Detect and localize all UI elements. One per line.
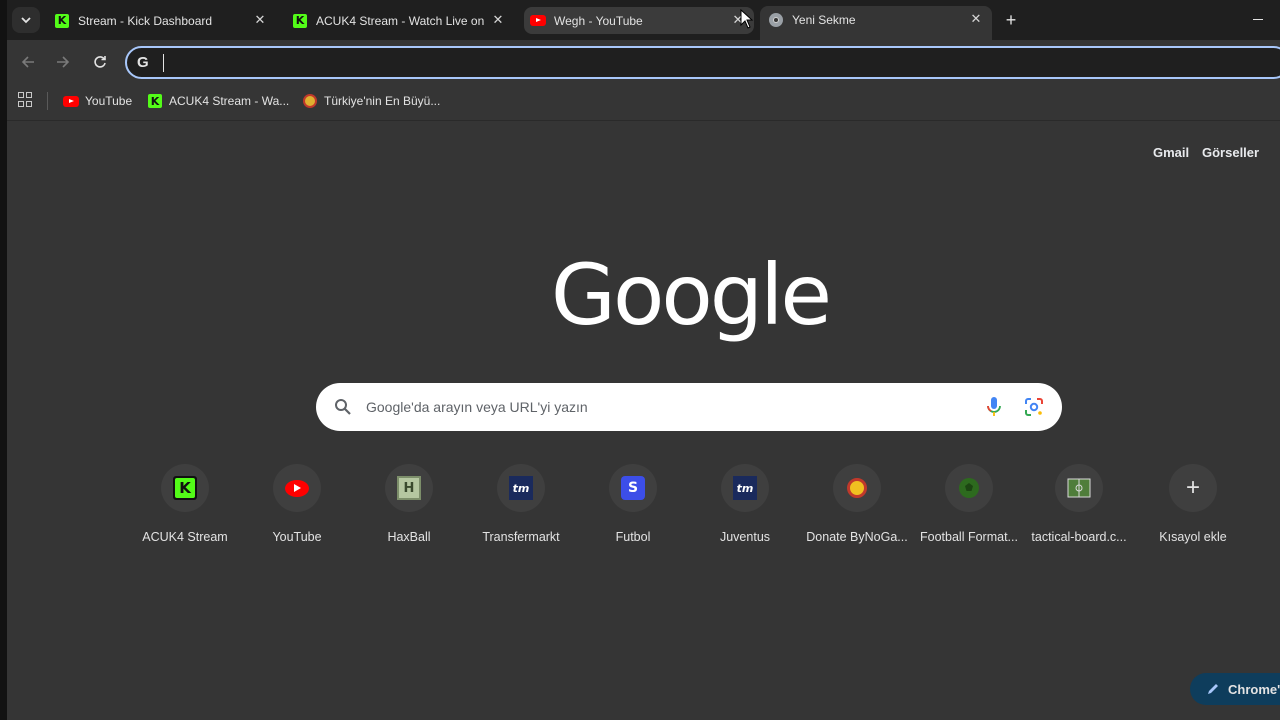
arrow-left-icon (21, 56, 34, 68)
shortcut-juventus[interactable]: tm Juventus (693, 464, 805, 560)
youtube-icon (530, 13, 546, 29)
shortcut-label: Transfermarkt (482, 530, 560, 544)
google-g-icon: G (137, 54, 149, 71)
bookmarks-bar: YouTube K ACUK4 Stream - Wa... Türkiye'n… (0, 84, 1280, 121)
donate-icon (847, 478, 867, 498)
forward-button[interactable] (53, 52, 73, 72)
youtube-icon (63, 93, 79, 109)
tab-acuk4-stream[interactable]: K ACUK4 Stream - Watch Live on ✕ (286, 7, 514, 34)
bookmark-label: YouTube (85, 94, 133, 108)
tab-wegh-youtube[interactable]: Wegh - YouTube ✕ (524, 7, 754, 34)
shortcut-label: Kısayol ekle (1159, 530, 1227, 544)
chevron-down-icon (21, 17, 31, 24)
arrow-right-icon (57, 56, 70, 68)
shortcut-futbol[interactable]: S Futbol (581, 464, 693, 560)
shortcut-label: YouTube (272, 530, 322, 544)
search-icon (335, 399, 351, 415)
bookmark-separator (47, 92, 48, 110)
shortcut-tile (1055, 464, 1103, 512)
tab-kick-dashboard[interactable]: K Stream - Kick Dashboard ✕ (48, 7, 276, 34)
plus-icon: + (1185, 474, 1200, 501)
shortcut-youtube[interactable]: YouTube (245, 464, 357, 560)
close-icon[interactable]: ✕ (252, 12, 268, 28)
kick-icon: K (173, 476, 197, 500)
search-placeholder: Google'da arayın veya URL'yi yazın (366, 399, 588, 415)
shortcut-tile: tm (497, 464, 545, 512)
gmail-link[interactable]: Gmail (1153, 145, 1189, 160)
bookmark-acuk4-stream[interactable]: K ACUK4 Stream - Wa... (147, 90, 289, 112)
shortcut-tile: tm (721, 464, 769, 512)
tactical-board-icon (1067, 478, 1091, 498)
tab-title: Yeni Sekme (792, 13, 856, 27)
add-shortcut-button[interactable]: + Kısayol ekle (1141, 464, 1253, 560)
minimize-icon (1253, 18, 1263, 20)
bookmark-label: Türkiye'nin En Büyü... (324, 94, 441, 108)
tab-title: Wegh - YouTube (554, 13, 643, 28)
shortcut-label: Futbol (615, 530, 651, 544)
bookmark-turkiye[interactable]: Türkiye'nin En Büyü... (302, 90, 440, 112)
back-button[interactable] (18, 52, 38, 72)
kick-icon: K (292, 13, 308, 29)
shortcut-acuk4-stream[interactable]: K ACUK4 Stream (133, 464, 245, 560)
reload-icon (94, 56, 106, 68)
shortcut-label: HaxBall (387, 530, 431, 544)
google-logo: Google (550, 246, 832, 344)
kick-icon: K (147, 93, 163, 109)
kick-icon: K (54, 13, 70, 29)
google-lens-icon[interactable] (1024, 397, 1044, 417)
microphone-icon[interactable] (986, 396, 1002, 418)
new-tab-button[interactable]: + (1000, 9, 1022, 31)
shortcut-tile: H (385, 464, 433, 512)
youtube-icon (285, 479, 309, 497)
address-bar[interactable]: G (125, 46, 1280, 79)
tab-title: ACUK4 Stream - Watch Live on (316, 13, 485, 28)
close-icon[interactable]: ✕ (968, 11, 984, 27)
customize-chrome-button[interactable]: Chrome'u (1190, 673, 1280, 705)
bookmark-youtube[interactable]: YouTube (63, 90, 132, 112)
chrome-icon (768, 12, 784, 28)
close-icon[interactable]: ✕ (490, 12, 506, 28)
tab-strip: K Stream - Kick Dashboard ✕ K ACUK4 Stre… (0, 0, 1280, 40)
shortcut-label: ACUK4 Stream (142, 530, 228, 544)
window-left-edge (0, 0, 7, 720)
tab-title: Stream - Kick Dashboard (78, 13, 213, 28)
shortcut-football-format[interactable]: Football Format... (917, 464, 1029, 560)
mouse-cursor-icon (740, 9, 754, 29)
text-caret (163, 54, 164, 72)
shortcut-transfermarkt[interactable]: tm Transfermarkt (469, 464, 581, 560)
shortcut-donate[interactable]: Donate ByNoGa... (805, 464, 917, 560)
shortcut-tile: K (161, 464, 209, 512)
transfermarkt-icon: tm (733, 476, 757, 500)
images-link[interactable]: Görseller (1202, 145, 1259, 160)
bookmark-label: ACUK4 Stream - Wa... (169, 94, 290, 108)
shortcut-tile (945, 464, 993, 512)
apps-grid-icon[interactable] (18, 92, 34, 108)
site-icon (302, 93, 318, 109)
shortcut-label: Juventus (719, 530, 771, 544)
transfermarkt-icon: tm (509, 476, 533, 500)
shortcut-label: Donate ByNoGa... (806, 530, 908, 544)
customize-label: Chrome'u (1228, 681, 1280, 697)
minimize-button[interactable] (1248, 9, 1268, 29)
shortcut-tile (833, 464, 881, 512)
shortcut-tile: + (1169, 464, 1217, 512)
reload-button[interactable] (90, 52, 110, 72)
shortcut-tactical-board[interactable]: tactical-board.c... (1027, 464, 1139, 560)
tab-search-button[interactable] (12, 7, 40, 33)
search-box[interactable]: Google'da arayın veya URL'yi yazın (316, 383, 1062, 431)
haxball-icon: H (397, 476, 421, 500)
shortcut-haxball[interactable]: H HaxBall (357, 464, 469, 560)
tab-new-tab[interactable]: Yeni Sekme ✕ (760, 6, 992, 40)
pencil-icon (1208, 684, 1218, 694)
shortcut-label: Football Format... (920, 530, 1018, 544)
futbol-icon: S (621, 476, 645, 500)
shortcut-tile (273, 464, 321, 512)
shortcut-tile: S (609, 464, 657, 512)
football-icon (959, 478, 979, 498)
shortcut-label: tactical-board.c... (1031, 530, 1127, 544)
